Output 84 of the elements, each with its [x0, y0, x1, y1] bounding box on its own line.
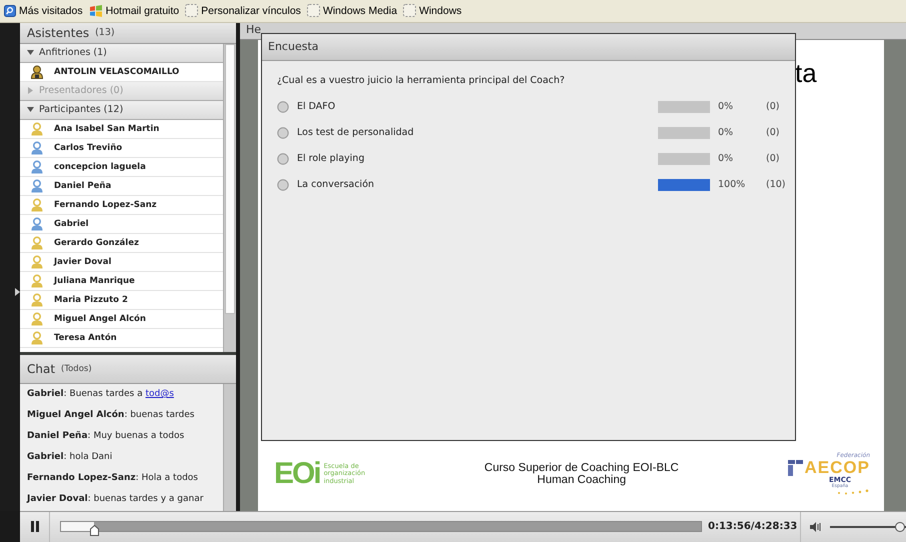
attendee-row[interactable]: Miguel Angel Alcón: [20, 310, 223, 329]
radio-button[interactable]: [277, 178, 289, 191]
pause-icon: [30, 521, 40, 532]
group-label: Anfitriones (1): [39, 47, 107, 58]
attendee-name: Gerardo González: [54, 238, 139, 248]
attendee-row[interactable]: Carlos Treviño: [20, 138, 223, 158]
dialog-title: Encuesta: [268, 40, 318, 54]
attendee-name: Ana Isabel San Martin: [54, 124, 160, 134]
bookmark-link[interactable]: Windows Media: [306, 4, 398, 18]
attendee-row[interactable]: Fernando Lopez-Sanz: [20, 196, 223, 215]
group-label: Participantes (12): [39, 104, 124, 116]
result-count: (0): [766, 153, 780, 164]
chat-message: Fernando Lopez-Sanz: Hola a todos: [27, 472, 199, 485]
result-percent: 100%: [718, 179, 746, 190]
panel-title: Asistentes: [27, 26, 90, 40]
squares-icon: [788, 460, 804, 476]
course-title: Human Coaching: [537, 474, 626, 486]
attendee-row[interactable]: Teresa Antón: [20, 328, 223, 348]
radio-button[interactable]: [277, 100, 289, 113]
attendee-name: Carlos Treviño: [54, 142, 122, 153]
attendee-name: Miguel Angel Alcón: [54, 314, 146, 324]
collapse-arrow-icon[interactable]: [27, 49, 34, 56]
mention-link[interactable]: tod@s: [145, 388, 174, 399]
bookmark-link[interactable]: Windows: [403, 4, 462, 18]
attendee-name: Teresa Antón: [54, 332, 117, 343]
group-header[interactable]: Anfitriones (1): [20, 44, 223, 63]
attendee-row[interactable]: Daniel Peña: [20, 176, 223, 196]
result-percent: 0%: [718, 127, 734, 138]
seek-handle[interactable]: [90, 525, 100, 536]
attendee-name: ANTOLIN VELASCOMAILLO: [54, 66, 180, 77]
chat-message: Javier Doval: buenas tardes y a ganar: [27, 492, 204, 506]
result-count: (0): [766, 101, 780, 112]
attendee-name: Maria Pizzuto 2: [54, 294, 128, 305]
document-title: He: [246, 22, 262, 36]
attendee-row[interactable]: Gerardo González: [20, 234, 223, 253]
result-percent: 0%: [718, 101, 734, 112]
chat-message: Gabriel: hola Dani: [27, 450, 114, 464]
attendee-name: Juliana Manrique: [54, 276, 135, 286]
attendee-row[interactable]: concepcion laguela: [20, 158, 223, 177]
result-percent: 0%: [718, 153, 734, 164]
bookmark-link[interactable]: Personalizar vínculos: [185, 4, 301, 18]
group-label: Presentadores (0): [39, 85, 124, 96]
search-icon: [4, 4, 16, 17]
option-label[interactable]: El role playing: [297, 153, 658, 164]
page-icon: [403, 4, 416, 18]
attendee-row[interactable]: Gabriel: [20, 214, 223, 234]
chat-message: Daniel Peña: Muy buenas a todos: [27, 430, 186, 443]
option-label[interactable]: La conversación: [297, 179, 658, 190]
attendee-row[interactable]: Maria Pizzuto 2: [20, 290, 223, 310]
attendee-name: Daniel Peña: [54, 180, 112, 191]
attendee-name: Javier Doval: [54, 256, 112, 267]
dots-icon: [836, 489, 870, 496]
option-label[interactable]: El DAFO: [297, 101, 658, 112]
bookmark-link[interactable]: Más visitados: [4, 4, 83, 17]
group-header[interactable]: Participantes (12): [20, 100, 223, 120]
attendee-count: (13): [95, 27, 115, 38]
option-label[interactable]: Los test de personalidad: [297, 127, 658, 138]
chat-scope[interactable]: (Todos): [61, 364, 92, 374]
page-icon: [185, 4, 198, 18]
slide-text: ta: [795, 58, 817, 89]
poll-question: ¿Cual es a vuestro juicio la herramienta principal del Coach?: [277, 74, 566, 86]
result-count: (10): [766, 179, 786, 190]
chat-message: Gabriel: Buenas tardes a tod@s: [27, 388, 175, 401]
scrollbar[interactable]: [223, 384, 236, 511]
attendee-row[interactable]: Javier Doval: [20, 252, 223, 272]
expand-arrow-icon[interactable]: [15, 288, 20, 296]
radio-button[interactable]: [277, 126, 289, 139]
attendee-name: Fernando Lopez-Sanz: [54, 200, 157, 210]
result-count: (0): [766, 127, 780, 138]
collapse-arrow-icon[interactable]: [27, 106, 34, 114]
windows-logo-icon: [88, 4, 103, 17]
course-title: Curso Superior de Coaching EOI-BLC: [484, 462, 679, 474]
volume-handle[interactable]: [895, 520, 905, 533]
page-icon: [306, 4, 320, 18]
scrollbar[interactable]: [223, 44, 236, 352]
playback-time: 0:13:56/4:28:33: [708, 521, 798, 532]
radio-button[interactable]: [277, 152, 289, 165]
attendee-row[interactable]: Juliana Manrique: [20, 272, 223, 291]
attendee-name: Gabriel: [54, 218, 89, 229]
chat-message: Miguel Angel Alcón: buenas tardes: [27, 408, 196, 422]
panel-title: Chat: [27, 362, 56, 376]
bookmark-link[interactable]: Hotmail gratuito: [88, 4, 180, 17]
attendee-row[interactable]: Ana Isabel San Martin: [20, 120, 223, 139]
attendee-name: concepcion laguela: [54, 162, 146, 172]
